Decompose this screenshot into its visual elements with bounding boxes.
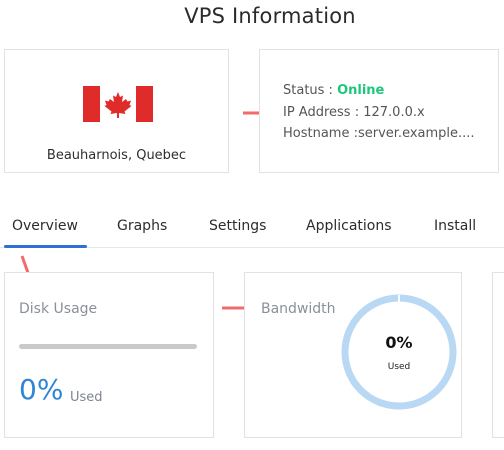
hostname-line: Hostname :server.example....: [283, 126, 475, 141]
tab-applications[interactable]: Applications: [306, 218, 392, 234]
status-value: Online: [337, 83, 385, 98]
status-label: Status :: [283, 83, 338, 98]
location-card: Beauharnois, Quebec: [4, 49, 229, 173]
tab-overview[interactable]: Overview: [12, 218, 78, 234]
tab-settings[interactable]: Settings: [209, 218, 266, 234]
page-title: VPS Information: [184, 4, 356, 28]
bandwidth-used-label: Used: [387, 362, 411, 372]
disk-usage-percent: 0%: [19, 373, 64, 406]
partial-card: [492, 272, 504, 438]
bandwidth-title: Bandwidth: [261, 301, 336, 317]
bandwidth-card: Bandwidth 0% Used: [244, 272, 462, 438]
disk-used-label: Used: [70, 390, 103, 405]
server-status-card: Status : Online IP Address : 127.0.0.x H…: [259, 49, 499, 173]
active-tab-indicator: [4, 245, 87, 248]
status-line: Status : Online: [283, 83, 384, 98]
disk-usage-progress: [19, 344, 197, 349]
bandwidth-usage-donut: [341, 294, 457, 410]
ip-address-line: IP Address : 127.0.0.x: [283, 105, 425, 120]
disk-usage-card: Disk Usage 0% Used: [4, 272, 214, 438]
donut-track: [341, 294, 457, 410]
tab-graphs[interactable]: Graphs: [117, 218, 167, 234]
bandwidth-percent: 0%: [385, 333, 413, 352]
canada-flag-icon: [83, 86, 153, 122]
tab-bar: Overview Graphs Settings Applications In…: [0, 207, 504, 248]
disk-usage-title: Disk Usage: [19, 301, 98, 317]
location-label: Beauharnois, Quebec: [46, 148, 187, 163]
tab-install[interactable]: Install: [434, 218, 476, 234]
